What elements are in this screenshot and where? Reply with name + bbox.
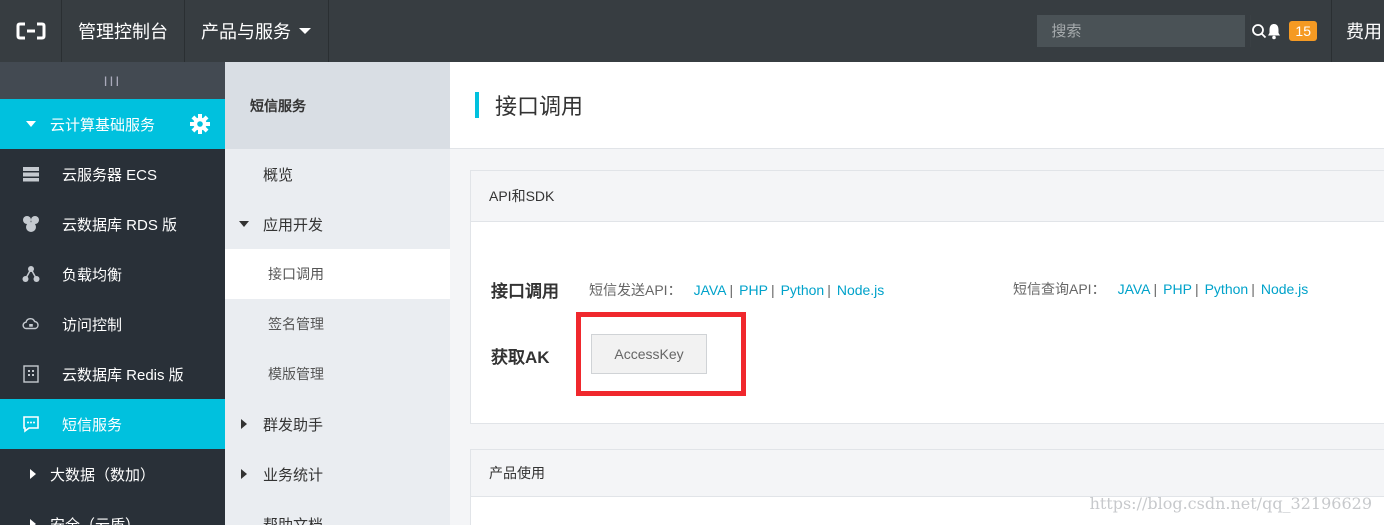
separator: | <box>1153 281 1158 297</box>
server-icon <box>22 165 40 183</box>
sidebar-item-ecs[interactable]: 云服务器 ECS <box>0 149 225 199</box>
message-icon <box>22 415 40 433</box>
notifications-button[interactable]: 15 <box>1257 0 1332 62</box>
api-label: 接口调用 <box>491 282 559 301</box>
page-header: 接口调用 <box>450 62 1384 149</box>
main-sidebar: III 云计算基础服务 云服务器 ECS 云数据库 RDS 版 负载均衡 访问控… <box>0 62 225 525</box>
sidebar-group-cloud-basic[interactable]: 云计算基础服务 <box>0 99 225 149</box>
sidebar-toggle-label: III <box>103 72 122 89</box>
watermark: https://blog.csdn.net/qq_32196629 <box>1089 494 1372 513</box>
get-ak-row: 获取AK <box>491 343 580 368</box>
aliyun-logo[interactable] <box>0 0 62 62</box>
sidebar-item-label: 短信服务 <box>62 416 123 434</box>
send-java-link[interactable]: JAVA <box>694 282 727 298</box>
sidebar-group-label: 云计算基础服务 <box>50 116 156 134</box>
database-icon <box>22 215 40 233</box>
subnav-overview[interactable]: 概览 <box>225 149 450 199</box>
send-python-link[interactable]: Python <box>781 282 825 298</box>
sidebar-toggle[interactable]: III <box>0 62 225 99</box>
sidebar-item-label: 负载均衡 <box>62 266 123 284</box>
sidebar-group-security[interactable]: 安全（云盾） <box>0 499 225 525</box>
subnav-title: 短信服务 <box>225 62 450 149</box>
main-content: 接口调用 API和SDK 接口调用 短信发送API： JAVA | PHP | Py… <box>450 62 1384 525</box>
sidebar-group-label: 安全（云盾） <box>50 516 141 525</box>
separator: | <box>827 281 831 298</box>
redis-icon <box>22 365 40 383</box>
products-menu[interactable]: 产品与服务 <box>185 0 329 62</box>
api-sdk-panel: API和SDK 接口调用 短信发送API： JAVA | PHP | Python |… <box>470 170 1384 424</box>
caret-right-icon <box>30 469 36 479</box>
caret-right-icon <box>241 469 247 479</box>
ak-label: 获取AK <box>491 348 550 367</box>
subnav-group-bulk[interactable]: 群发助手 <box>225 399 450 449</box>
sidebar-item-slb[interactable]: 负载均衡 <box>0 249 225 299</box>
caret-right-icon <box>30 519 36 525</box>
sidebar-item-label: 云服务器 ECS <box>62 166 158 184</box>
caret-down-icon <box>26 121 36 127</box>
page-title: 接口调用 <box>495 94 584 119</box>
separator: | <box>729 281 734 298</box>
sidebar-item-sms[interactable]: 短信服务 <box>0 399 225 449</box>
top-navbar: 管理控制台 产品与服务 15 费用 <box>0 0 1384 62</box>
send-api-label: 短信发送API： <box>589 281 682 298</box>
fee-menu[interactable]: 费用 <box>1332 0 1384 62</box>
panel-title: 产品使用 <box>471 450 1384 497</box>
products-label: 产品与服务 <box>201 22 291 42</box>
subnav-api-call[interactable]: 接口调用 <box>225 249 450 299</box>
sidebar-item-redis[interactable]: 云数据库 Redis 版 <box>0 349 225 399</box>
search-box <box>1037 15 1267 47</box>
sidebar-item-rds[interactable]: 云数据库 RDS 版 <box>0 199 225 249</box>
product-usage-panel: 产品使用 <box>470 449 1384 525</box>
console-link[interactable]: 管理控制台 <box>62 0 185 62</box>
panel-title: API和SDK <box>471 171 1384 222</box>
subnav-group-label: 应用开发 <box>263 216 324 234</box>
notification-badge: 15 <box>1289 21 1317 41</box>
sidebar-item-ram[interactable]: 访问控制 <box>0 299 225 349</box>
send-nodejs-link[interactable]: Node.js <box>837 282 884 298</box>
fee-label: 费用 <box>1346 22 1382 42</box>
query-php-link[interactable]: PHP <box>1163 281 1192 297</box>
chevron-down-icon <box>299 28 311 34</box>
query-python-link[interactable]: Python <box>1205 281 1249 297</box>
separator: | <box>1251 281 1255 297</box>
query-nodejs-link[interactable]: Node.js <box>1261 281 1308 297</box>
aliyun-logo-icon <box>16 22 45 40</box>
sidebar-item-label: 云数据库 RDS 版 <box>62 216 178 234</box>
send-api-row: 接口调用 短信发送API： JAVA | PHP | Python | Node.js <box>491 277 884 302</box>
cloud-lock-icon <box>22 315 40 333</box>
subnav-group-label: 群发助手 <box>263 416 324 434</box>
subnav-group-stats[interactable]: 业务统计 <box>225 449 450 499</box>
console-label: 管理控制台 <box>78 22 168 42</box>
sidebar-group-bigdata[interactable]: 大数据（数加） <box>0 449 225 499</box>
subnav-signature[interactable]: 签名管理 <box>225 299 450 349</box>
sidebar-item-label: 云数据库 Redis 版 <box>62 366 184 384</box>
search-input[interactable] <box>1037 15 1251 47</box>
sidebar-item-label: 访问控制 <box>62 316 123 334</box>
title-accent-bar <box>475 92 479 118</box>
query-api-row: 短信查询API： JAVA | PHP | Python | Node.js <box>1013 279 1308 299</box>
query-api-label: 短信查询API： <box>1013 281 1106 297</box>
product-subnav: 短信服务 概览 应用开发 接口调用 签名管理 模版管理 群发助手 业务统计 帮助… <box>225 62 450 525</box>
gear-icon[interactable] <box>189 113 211 135</box>
subnav-group-app-dev[interactable]: 应用开发 <box>225 199 450 249</box>
accesskey-button[interactable]: AccessKey <box>591 334 707 374</box>
send-php-link[interactable]: PHP <box>739 282 768 298</box>
load-balancer-icon <box>22 265 40 283</box>
separator: | <box>1194 281 1199 297</box>
subnav-group-label: 业务统计 <box>263 466 324 484</box>
bell-icon <box>1268 24 1281 40</box>
sidebar-group-label: 大数据（数加） <box>50 466 156 484</box>
separator: | <box>770 281 775 298</box>
subnav-template[interactable]: 模版管理 <box>225 349 450 399</box>
query-java-link[interactable]: JAVA <box>1118 281 1151 297</box>
caret-right-icon <box>241 419 247 429</box>
subnav-help[interactable]: 帮助文档 <box>225 499 450 525</box>
caret-down-icon <box>239 221 249 227</box>
